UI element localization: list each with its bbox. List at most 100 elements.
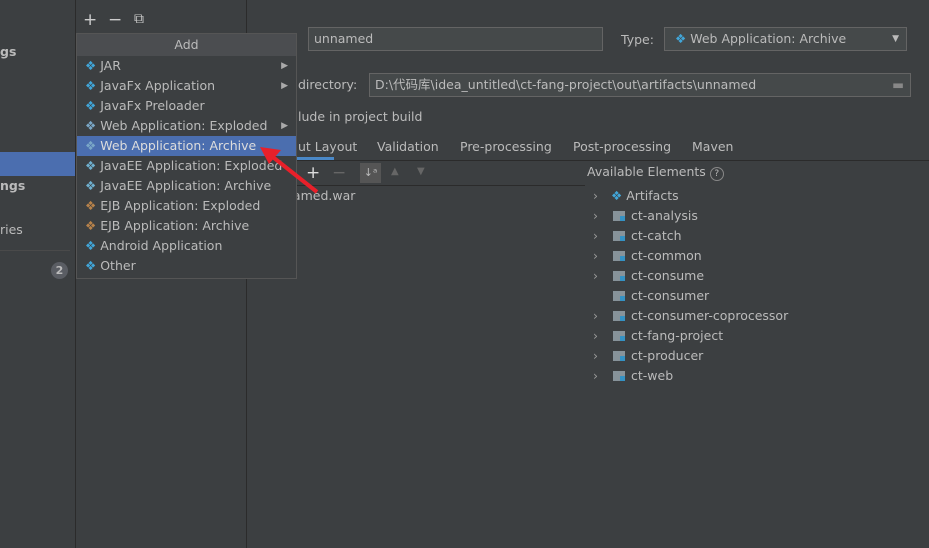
chevron-right-icon[interactable]: › [593,186,607,206]
tree-item-label: ct-consumer [631,288,710,303]
module-folder-icon [613,351,625,361]
artifact-icon: ❖ [85,78,97,93]
chevron-right-icon[interactable]: › [593,226,607,246]
popup-item-label: JAR [100,58,121,73]
tree-item-label: ct-consumer-coprocessor [631,308,789,323]
tree-item[interactable]: › ct-consume [593,266,704,286]
submenu-arrow-icon: ▶ [281,81,288,91]
popup-item[interactable]: ❖ EJB Application: Archive [77,216,296,236]
popup-item-label: Android Application [100,238,223,253]
artifact-icon: ❖ [85,258,97,273]
sidebar-item-libraries[interactable]: ries [0,218,75,242]
chevron-right-icon[interactable]: › [593,366,607,386]
popup-item[interactable]: ❖ JavaFx Application ▶ [77,76,296,96]
tree-item-label: ct-common [631,248,702,263]
output-directory-label: directory: [298,77,358,92]
tree-item[interactable]: › ct-fang-project [593,326,723,346]
web-icon: ❖ [85,138,97,153]
annotation-arrow [260,147,319,194]
tree-item-label: ct-fang-project [631,328,724,343]
popup-item-label: Web Application: Exploded [100,118,268,133]
popup-item-label: JavaEE Application: Archive [100,178,272,193]
remove-button[interactable]: − [108,10,122,30]
module-folder-icon [613,271,625,281]
module-folder-icon [613,211,625,221]
artifact-icon: ❖ [85,58,97,73]
sort-icon[interactable]: ↓ᵃ [360,163,381,183]
sidebar-item-settings[interactable]: gs [0,40,75,64]
output-directory-input[interactable]: D:\代码库\idea_untitled\ct-fang-project\out… [369,73,911,97]
sidebar-item-artifacts[interactable] [0,152,75,176]
chevron-right-icon[interactable]: › [593,246,607,266]
tree-item[interactable]: › ct-web [593,366,673,386]
chevron-right-icon[interactable]: › [593,346,607,366]
tree-item-label: ct-producer [631,348,704,363]
chevron-right-icon[interactable]: › [593,206,607,226]
directory-value: D:\代码库\idea_untitled\ct-fang-project\out… [375,77,757,92]
popup-item[interactable]: ❖ JavaFx Preloader [77,96,296,116]
add-button[interactable]: + [83,10,97,30]
tree-item[interactable]: › ct-common [593,246,702,266]
tree-item-label: ct-catch [631,228,682,243]
popup-item[interactable]: ❖ Android Application [77,236,296,256]
tree-item[interactable]: ct-consumer [593,286,709,306]
web-icon: ❖ [675,31,687,46]
tree-item[interactable]: › ct-consumer-coprocessor [593,306,788,326]
move-up-icon[interactable]: ▲ [391,166,399,177]
type-value: Web Application: Archive [690,31,847,46]
popup-item[interactable]: ❖ Web Application: Exploded ▶ [77,116,296,136]
chevron-right-icon[interactable]: › [593,306,607,326]
module-folder-icon [613,231,625,241]
module-folder-icon [613,311,625,321]
name-input[interactable]: unnamed [308,27,603,51]
tree-item[interactable]: › ❖ Artifacts [593,186,679,206]
tree-item[interactable]: › ct-catch [593,226,682,246]
divider [0,250,70,251]
divider [285,185,585,186]
tree-item[interactable]: › ct-analysis [593,206,698,226]
tab-pre-processing[interactable]: Pre-processing [460,138,552,156]
chevron-right-icon[interactable]: › [593,266,607,286]
popup-item-label: EJB Application: Exploded [100,198,261,213]
javaee-icon: ❖ [85,158,97,173]
available-elements-title: Available Elements ? [587,164,724,181]
sidebar-item-settings-2[interactable]: ngs [0,174,75,198]
submenu-arrow-icon: ▶ [281,121,288,131]
artifact-icon: ❖ [85,98,97,113]
popup-title: Add [77,34,296,56]
popup-item-label: Other [100,258,136,273]
web-icon: ❖ [85,118,97,133]
chevron-down-icon: ▼ [892,34,899,44]
layout-remove-button[interactable]: − [332,163,346,183]
popup-item-label: JavaFx Application [100,78,216,93]
divider [247,160,929,161]
help-icon[interactable]: ? [709,167,724,181]
popup-item[interactable]: ❖ Other [77,256,296,276]
tab-validation[interactable]: Validation [377,138,439,156]
artifact-icon: ❖ [85,238,97,253]
submenu-arrow-icon: ▶ [281,61,288,71]
module-folder-icon [613,251,625,261]
javaee-icon: ❖ [85,178,97,193]
folder-icon[interactable]: ▬ [892,74,904,96]
module-folder-icon [613,331,625,341]
problems-badge[interactable]: 2 [51,262,68,279]
tree-item-label: ct-consume [631,268,705,283]
include-in-build-checkbox[interactable]: lude in project build [298,109,422,124]
popup-item-label: EJB Application: Archive [100,218,250,233]
popup-item-label: Web Application: Archive [100,138,257,153]
type-select[interactable]: ❖ Web Application: Archive ▼ [664,27,907,51]
tab-maven[interactable]: Maven [692,138,733,156]
module-folder-icon [613,371,625,381]
move-down-icon[interactable]: ▼ [417,166,425,177]
ejb-icon: ❖ [85,198,97,213]
artifact-icon: ❖ [611,188,623,203]
module-folder-icon [613,291,625,301]
copy-button[interactable]: ⧉ [134,11,144,27]
popup-item[interactable]: ❖ JAR ▶ [77,56,296,76]
popup-item-label: JavaFx Preloader [100,98,205,113]
tab-post-processing[interactable]: Post-processing [573,138,671,156]
tree-item-label: ct-web [631,368,674,383]
chevron-right-icon[interactable]: › [593,326,607,346]
tree-item[interactable]: › ct-producer [593,346,703,366]
